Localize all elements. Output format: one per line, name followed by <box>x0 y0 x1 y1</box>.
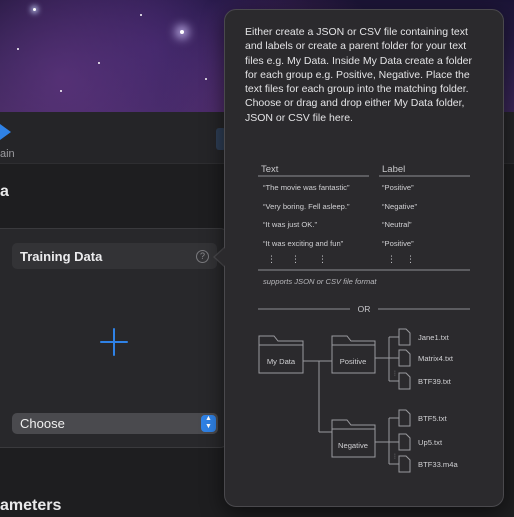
training-data-title: Training Data <box>20 249 103 264</box>
table-cell: “Positive” <box>382 183 414 192</box>
or-label: OR <box>358 304 371 314</box>
chevron-up-icon: ▲ <box>205 415 212 422</box>
star <box>205 78 207 80</box>
ellipsis: ⋮ <box>267 254 276 264</box>
ellipsis: ⋮ <box>387 254 396 264</box>
table-header-label: Label <box>382 164 405 175</box>
file-label: Up5.txt <box>418 438 443 447</box>
folder-icon <box>258 335 304 374</box>
table-cell: “The movie was fantastic” <box>263 183 350 192</box>
star <box>98 62 100 64</box>
help-icon[interactable]: ? <box>196 250 209 263</box>
data-section-title: a <box>0 183 9 200</box>
file-label: BTF39.txt <box>418 377 452 386</box>
file-label: Jane1.txt <box>418 333 450 342</box>
file-label: BTF5.txt <box>418 414 448 423</box>
popover-diagram: Text Label “The movie was fantastic” “Po… <box>258 164 470 473</box>
choose-label: Choose <box>20 416 65 431</box>
table-footnote: supports JSON or CSV file format <box>263 277 377 286</box>
folder-icon <box>331 419 376 458</box>
ellipsis: ⋮ <box>291 254 300 264</box>
ellipsis: ⋮ <box>392 370 398 377</box>
ellipsis: ⋮ <box>392 453 398 460</box>
tree-connector <box>375 336 399 465</box>
table-cell: “Negative” <box>382 202 417 211</box>
tree-connector <box>303 360 332 433</box>
chevron-updown-icon[interactable]: ▲ ▼ <box>201 415 216 432</box>
table-cell: “It was exciting and fun” <box>263 239 344 248</box>
add-data-plus-icon[interactable] <box>99 327 129 357</box>
train-play-icon[interactable] <box>0 124 11 140</box>
folder-label-negative: Negative <box>338 441 368 450</box>
ellipsis: ⋮ <box>318 254 327 264</box>
table-cell: “Neutral” <box>382 220 412 229</box>
file-icon <box>398 328 411 473</box>
file-label: BTF33.m4a <box>418 460 458 469</box>
star <box>180 30 184 34</box>
train-label[interactable]: ain <box>0 148 15 160</box>
app-window: ain a Training Data ? Choose ▲ ▼ ameters… <box>0 0 514 517</box>
table-cell: “Very boring. Fell asleep.” <box>263 202 350 211</box>
parameters-section-title: ameters <box>0 497 62 514</box>
star <box>33 8 36 11</box>
folder-label-positive: Positive <box>340 357 367 366</box>
file-label: Matrix4.txt <box>418 354 454 363</box>
folder-label-my-data: My Data <box>267 357 296 366</box>
table-cell: “It was just OK.” <box>263 220 317 229</box>
star <box>140 14 142 16</box>
star <box>17 48 19 50</box>
chevron-down-icon: ▼ <box>205 423 212 430</box>
star <box>60 90 62 92</box>
table-cell: “Positive” <box>382 239 414 248</box>
ellipsis: ⋮ <box>406 254 415 264</box>
folder-icon <box>331 335 376 374</box>
table-header-text: Text <box>261 164 279 175</box>
